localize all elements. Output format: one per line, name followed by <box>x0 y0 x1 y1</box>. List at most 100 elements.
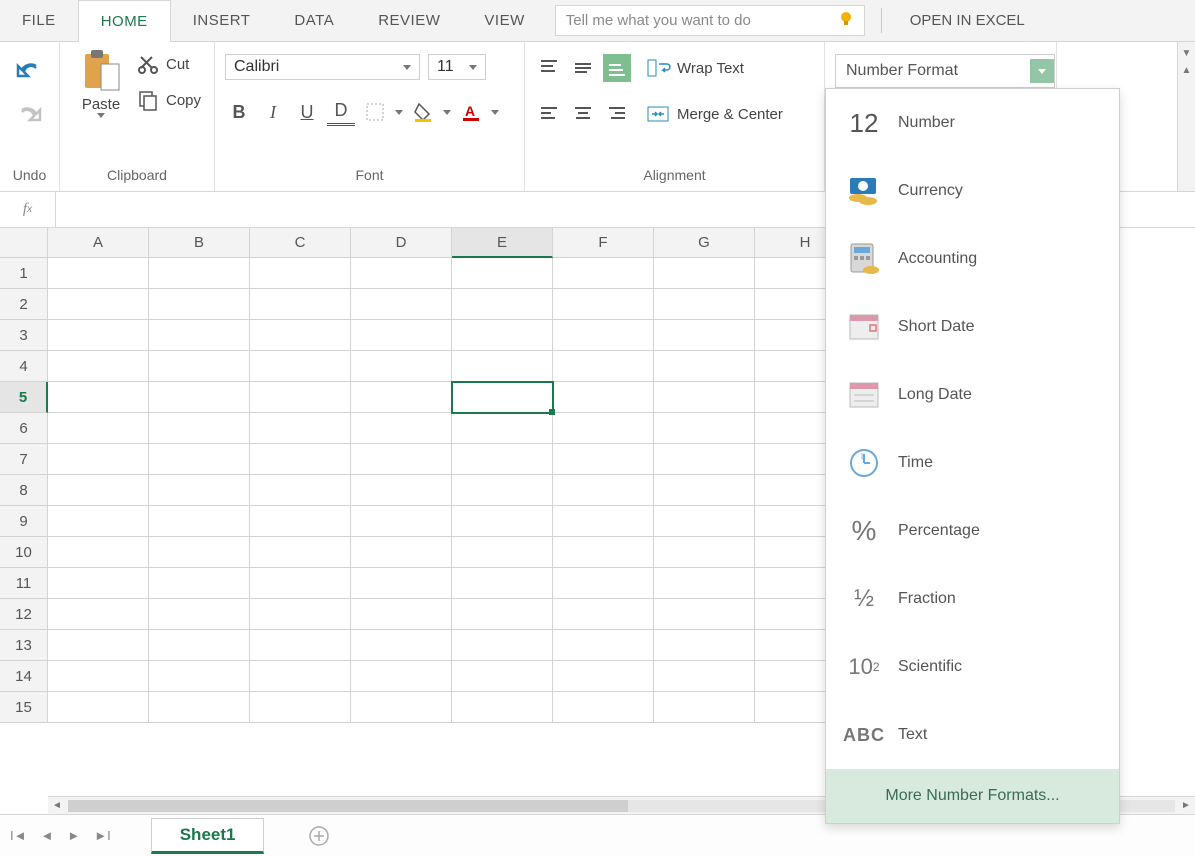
align-center-button[interactable] <box>569 100 597 128</box>
cell[interactable] <box>351 320 452 351</box>
wrap-text-button[interactable]: Wrap Text <box>647 58 744 78</box>
align-left-button[interactable] <box>535 100 563 128</box>
cell[interactable] <box>149 692 250 723</box>
cell[interactable] <box>149 661 250 692</box>
cell[interactable] <box>452 289 553 320</box>
cell[interactable] <box>250 382 351 413</box>
cell[interactable] <box>250 351 351 382</box>
cell[interactable] <box>654 351 755 382</box>
cell[interactable] <box>351 568 452 599</box>
cell[interactable] <box>654 320 755 351</box>
ribbon-scrollbar[interactable]: ▼ ▲ <box>1177 42 1195 191</box>
paste-button[interactable]: Paste <box>70 48 132 118</box>
tab-home[interactable]: HOME <box>78 0 171 42</box>
cell[interactable] <box>553 413 654 444</box>
align-middle-button[interactable] <box>569 54 597 82</box>
cell[interactable] <box>654 258 755 289</box>
cell[interactable] <box>553 475 654 506</box>
redo-button[interactable] <box>12 98 48 134</box>
row-header[interactable]: 6 <box>0 413 48 444</box>
cell[interactable] <box>452 444 553 475</box>
cell[interactable] <box>553 444 654 475</box>
cell[interactable] <box>452 692 553 723</box>
cell[interactable] <box>149 630 250 661</box>
add-sheet-button[interactable] <box>304 821 334 851</box>
cell[interactable] <box>48 661 149 692</box>
cell[interactable] <box>553 661 654 692</box>
cell[interactable] <box>48 475 149 506</box>
fill-color-button[interactable] <box>409 98 437 126</box>
number-format-item-currency[interactable]: Currency <box>826 157 1119 225</box>
bold-button[interactable]: B <box>225 98 253 126</box>
cell[interactable] <box>250 413 351 444</box>
cell[interactable] <box>48 599 149 630</box>
row-header[interactable]: 15 <box>0 692 48 723</box>
row-header[interactable]: 4 <box>0 351 48 382</box>
scroll-thumb[interactable] <box>68 800 628 812</box>
cell[interactable] <box>654 599 755 630</box>
cell[interactable] <box>48 289 149 320</box>
column-header[interactable]: G <box>654 228 755 258</box>
number-format-item-scientific[interactable]: 102 Scientific <box>826 633 1119 701</box>
row-header[interactable]: 1 <box>0 258 48 289</box>
cell[interactable] <box>48 506 149 537</box>
row-header[interactable]: 9 <box>0 506 48 537</box>
cell[interactable] <box>654 382 755 413</box>
cell[interactable] <box>553 537 654 568</box>
cell[interactable] <box>452 506 553 537</box>
number-format-item-percentage[interactable]: % Percentage <box>826 497 1119 565</box>
merge-center-button[interactable]: Merge & Center <box>647 104 783 124</box>
cell[interactable] <box>553 258 654 289</box>
row-header[interactable]: 7 <box>0 444 48 475</box>
sheet-nav-first[interactable]: І◄ <box>10 828 26 843</box>
cell[interactable] <box>351 692 452 723</box>
cell[interactable] <box>553 289 654 320</box>
tell-me-search[interactable]: Tell me what you want to do <box>555 5 865 36</box>
number-format-item-accounting[interactable]: Accounting <box>826 225 1119 293</box>
tab-data[interactable]: DATA <box>272 0 356 41</box>
fx-icon[interactable]: fx <box>0 192 56 227</box>
cell[interactable] <box>654 444 755 475</box>
row-header[interactable]: 12 <box>0 599 48 630</box>
row-header[interactable]: 10 <box>0 537 48 568</box>
cell[interactable] <box>149 444 250 475</box>
cell[interactable] <box>452 475 553 506</box>
cell[interactable] <box>553 630 654 661</box>
cell[interactable] <box>149 289 250 320</box>
cell[interactable] <box>149 475 250 506</box>
cell[interactable] <box>149 568 250 599</box>
cell[interactable] <box>452 258 553 289</box>
cell[interactable] <box>149 599 250 630</box>
cell[interactable] <box>553 320 654 351</box>
number-format-item-short-date[interactable]: Short Date <box>826 293 1119 361</box>
column-header[interactable]: A <box>48 228 149 258</box>
cell[interactable] <box>351 351 452 382</box>
cell[interactable] <box>351 258 452 289</box>
cell[interactable] <box>452 320 553 351</box>
cell[interactable] <box>553 506 654 537</box>
cell[interactable] <box>250 568 351 599</box>
cell[interactable] <box>553 382 654 413</box>
italic-button[interactable]: I <box>259 98 287 126</box>
cell[interactable] <box>48 413 149 444</box>
cell[interactable] <box>48 537 149 568</box>
cell[interactable] <box>553 568 654 599</box>
number-format-item-text[interactable]: ABC Text <box>826 701 1119 769</box>
cell[interactable] <box>351 630 452 661</box>
cell[interactable] <box>351 661 452 692</box>
cell[interactable] <box>654 661 755 692</box>
number-format-item-fraction[interactable]: ½ Fraction <box>826 565 1119 633</box>
cell[interactable] <box>250 692 351 723</box>
open-in-excel-button[interactable]: OPEN IN EXCEL <box>890 0 1045 41</box>
number-format-item-time[interactable]: L Time <box>826 429 1119 497</box>
cell[interactable] <box>351 537 452 568</box>
row-header[interactable]: 11 <box>0 568 48 599</box>
cell[interactable] <box>351 444 452 475</box>
cell[interactable] <box>48 320 149 351</box>
column-header[interactable]: B <box>149 228 250 258</box>
cell[interactable] <box>654 413 755 444</box>
cell[interactable] <box>250 537 351 568</box>
cell[interactable] <box>351 599 452 630</box>
sheet-nav-last[interactable]: ►І <box>94 828 110 843</box>
cell[interactable] <box>452 599 553 630</box>
